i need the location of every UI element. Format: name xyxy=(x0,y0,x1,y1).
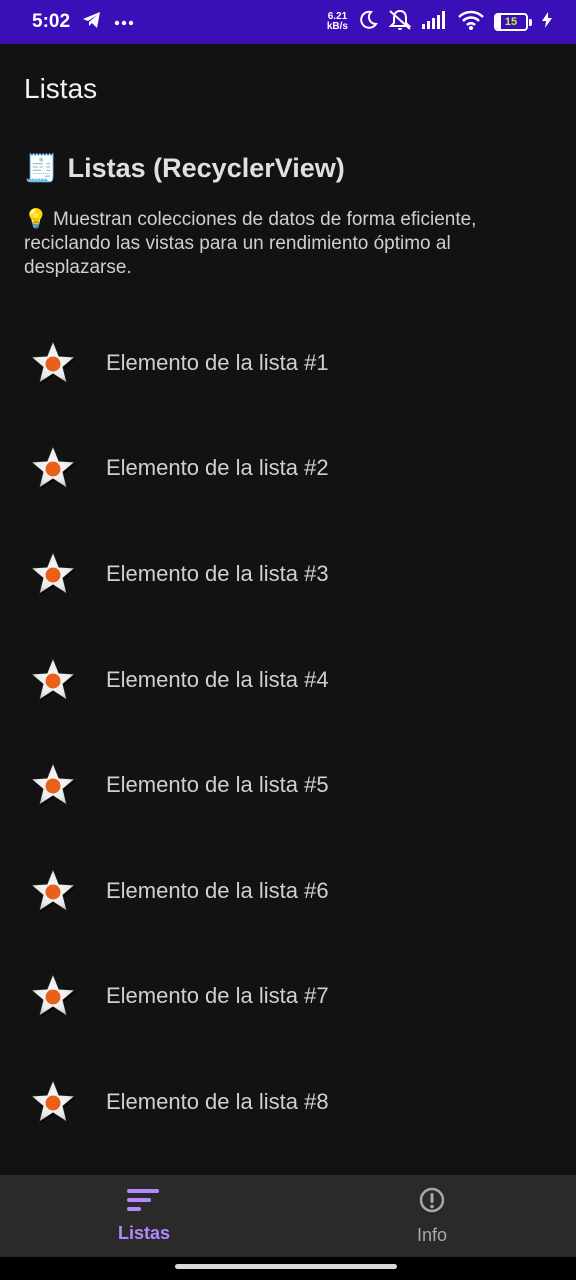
list-item[interactable]: Elemento de la lista #3 xyxy=(0,521,576,627)
list-item[interactable]: Elemento de la lista #2 xyxy=(0,416,576,522)
star-icon xyxy=(26,758,80,812)
info-icon xyxy=(418,1186,446,1219)
status-time: 5:02 xyxy=(32,11,71,32)
moon-icon xyxy=(358,10,378,35)
gesture-area xyxy=(0,1257,576,1280)
list-item[interactable]: Elemento de la lista #1 xyxy=(0,310,576,416)
nav-item-info[interactable]: Info xyxy=(288,1175,576,1257)
list-item[interactable]: Elemento de la lista #8 xyxy=(0,1049,576,1155)
star-icon xyxy=(26,441,80,495)
list-icon xyxy=(127,1188,161,1217)
list-item-label: Elemento de la lista #5 xyxy=(106,772,329,798)
charging-icon xyxy=(542,11,552,33)
section-description: 💡 Muestran colecciones de datos de forma… xyxy=(24,208,552,280)
nav-label-info: Info xyxy=(416,1225,448,1245)
bottom-navigation: Listas Info xyxy=(0,1175,576,1257)
recycler-list[interactable]: Elemento de la lista #1 Elemento de la li… xyxy=(0,310,576,1155)
status-bar: 5:02 6.21 kB/s 15 xyxy=(0,0,576,44)
list-item-label: Elemento de la lista #7 xyxy=(106,983,329,1009)
star-icon xyxy=(26,547,80,601)
lightbulb-emoji-icon: 💡 xyxy=(24,209,48,230)
list-item[interactable]: Elemento de la lista #6 xyxy=(0,838,576,944)
star-icon xyxy=(26,653,80,707)
network-speed: 6.21 kB/s xyxy=(327,12,348,32)
list-item-label: Elemento de la lista #4 xyxy=(106,666,329,692)
list-item-label: Elemento de la lista #6 xyxy=(106,877,329,903)
star-icon xyxy=(26,969,80,1023)
nav-label-listas: Listas xyxy=(117,1223,171,1243)
battery-level-text: 15 xyxy=(504,16,518,28)
battery-indicator: 15 xyxy=(494,13,532,31)
silent-icon xyxy=(388,9,412,36)
wifi-icon xyxy=(458,10,484,35)
battery-fill xyxy=(496,15,501,29)
list-item[interactable]: Elemento de la lista #7 xyxy=(0,944,576,1050)
app-title: Listas xyxy=(24,73,98,104)
list-item-label: Elemento de la lista #8 xyxy=(106,1088,329,1114)
section-title: 🧾 Listas (RecyclerView) xyxy=(24,152,552,184)
nav-item-listas[interactable]: Listas xyxy=(0,1175,288,1257)
star-icon xyxy=(26,1075,80,1129)
star-icon xyxy=(26,864,80,918)
section-title-text: Listas (RecyclerView) xyxy=(67,152,345,183)
telegram-icon xyxy=(82,11,102,34)
list-item-label: Elemento de la lista #2 xyxy=(106,455,329,481)
app-bar: Listas xyxy=(0,44,576,134)
battery-cap xyxy=(529,18,532,26)
section-description-text: Muestran colecciones de datos de forma e… xyxy=(24,209,477,278)
list-item[interactable]: Elemento de la lista #5 xyxy=(0,732,576,838)
list-item-label: Elemento de la lista #1 xyxy=(106,349,329,375)
status-right: 6.21 kB/s 15 xyxy=(327,9,552,36)
receipt-emoji-icon: 🧾 xyxy=(24,153,58,183)
gesture-handle[interactable] xyxy=(175,1264,397,1269)
star-icon xyxy=(26,336,80,390)
status-left: 5:02 xyxy=(32,11,134,34)
battery-body: 15 xyxy=(494,13,528,31)
list-item[interactable]: Elemento de la lista #4 xyxy=(0,627,576,733)
content-header: 🧾 Listas (RecyclerView) 💡 Muestran colec… xyxy=(24,134,552,280)
network-speed-unit: kB/s xyxy=(326,21,348,32)
signal-icon xyxy=(422,10,448,34)
list-item-label: Elemento de la lista #3 xyxy=(106,560,329,586)
more-notifications-icon xyxy=(114,13,134,31)
